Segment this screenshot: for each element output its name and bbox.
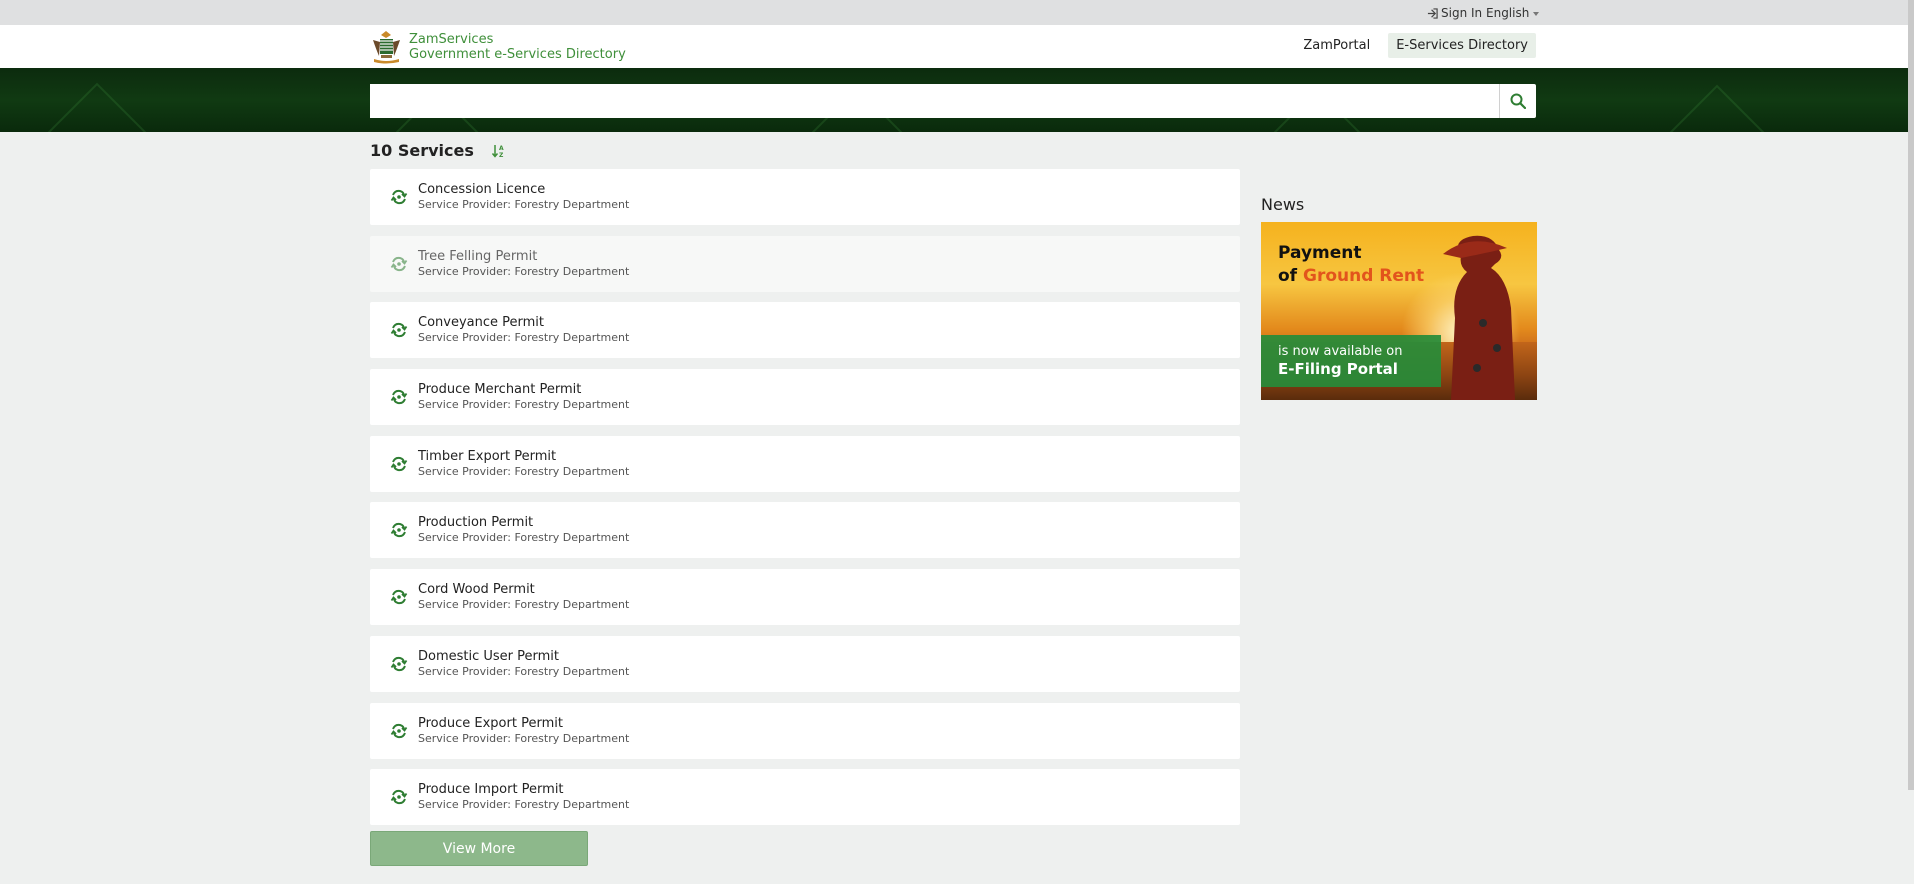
decor-hexagon — [44, 82, 150, 132]
service-text: Domestic User Permit Service Provider: Fo… — [418, 649, 629, 679]
service-title: Timber Export Permit — [418, 448, 557, 464]
brand-subtitle: Government e-Services Directory — [409, 47, 626, 62]
service-recycle-icon — [389, 320, 409, 340]
service-item[interactable]: Tree Felling Permit Service Provider: For… — [370, 235, 1240, 292]
brand-home-link[interactable]: ZamServices Government e-Services Direct… — [370, 29, 626, 65]
search-banner — [0, 68, 1914, 132]
decor-hexagon — [1664, 84, 1770, 132]
service-text: Tree Felling Permit Service Provider: For… — [418, 249, 629, 279]
service-provider: Service Provider: Forestry Department — [418, 464, 630, 478]
service-text: Production Permit Service Provider: Fores… — [418, 515, 629, 545]
main-nav: ZamPortal E-Services Directory — [1295, 33, 1536, 58]
service-provider: Service Provider: Forestry Department — [418, 198, 630, 211]
service-item[interactable]: Concession Licence Service Provider: Fore… — [370, 169, 1240, 225]
service-provider: Service Provider: Forestry Department — [418, 264, 630, 278]
service-recycle-icon — [389, 721, 409, 741]
service-recycle-icon — [389, 254, 409, 274]
results-header: 10 Services A Z — [370, 141, 506, 160]
service-item[interactable]: Produce Merchant Permit Service Provider:… — [370, 369, 1240, 426]
service-text: Concession Licence Service Provider: Fore… — [418, 182, 629, 212]
service-text: Cord Wood Permit Service Provider: Forest… — [418, 582, 629, 612]
sign-in-label: Sign In — [1441, 6, 1483, 20]
banner-line-2: of Ground Rent — [1278, 265, 1424, 288]
service-provider: Service Provider: Forestry Department — [418, 598, 630, 612]
service-provider: Service Provider: Forestry Department — [418, 664, 630, 678]
search-box — [370, 84, 1536, 118]
service-recycle-icon — [389, 187, 409, 207]
language-dropdown[interactable]: English — [1486, 6, 1540, 20]
services-list: Concession Licence Service Provider: Fore… — [370, 169, 1240, 836]
search-button[interactable] — [1499, 84, 1536, 118]
top-utility-bar: Sign In English — [0, 0, 1914, 25]
banner-strip: is now available on E-Filing Portal — [1261, 335, 1441, 387]
sign-in-link[interactable]: Sign In — [1427, 6, 1482, 20]
nav-zamportal[interactable]: ZamPortal — [1295, 33, 1378, 58]
banner-headline: Payment of Ground Rent — [1278, 242, 1424, 288]
service-recycle-icon — [389, 654, 409, 674]
service-provider: Service Provider: Forestry Department — [418, 331, 630, 345]
banner-line-4: E-Filing Portal — [1278, 360, 1398, 378]
page-scrollbar[interactable] — [1908, 0, 1914, 790]
service-provider: Service Provider: Forestry Department — [418, 398, 630, 412]
service-title: Domestic User Permit — [418, 648, 560, 664]
search-input[interactable] — [370, 84, 1499, 118]
service-text: Produce Merchant Permit Service Provider:… — [418, 382, 629, 412]
svg-text:Z: Z — [499, 152, 504, 158]
service-text: Timber Export Permit Service Provider: Fo… — [418, 449, 629, 479]
banner-line-2-prefix: of — [1278, 266, 1303, 286]
brand-title: ZamServices — [409, 32, 494, 47]
service-provider: Service Provider: Forestry Department — [418, 531, 630, 545]
service-item[interactable]: Timber Export Permit Service Provider: Fo… — [370, 435, 1240, 492]
service-title: Conveyance Permit — [418, 315, 545, 331]
language-label: English — [1486, 6, 1530, 20]
service-recycle-icon — [389, 520, 409, 540]
banner-line-2-highlight: Ground Rent — [1303, 266, 1425, 286]
service-item[interactable]: Produce Import Permit Service Provider: F… — [370, 769, 1240, 826]
service-title: Production Permit — [418, 515, 534, 531]
service-item[interactable]: Produce Export Permit Service Provider: F… — [370, 702, 1240, 759]
sort-alpha-icon: A Z — [491, 144, 504, 158]
service-item[interactable]: Conveyance Permit Service Provider: Fores… — [370, 302, 1240, 359]
service-recycle-icon — [389, 787, 409, 807]
service-recycle-icon — [389, 587, 409, 607]
service-item[interactable]: Domestic User Permit Service Provider: Fo… — [370, 635, 1240, 692]
service-provider: Service Provider: Forestry Department — [418, 798, 630, 812]
sort-button[interactable]: A Z — [491, 144, 506, 158]
service-text: Produce Export Permit Service Provider: F… — [418, 716, 629, 746]
results-count: 10 Services — [370, 141, 474, 160]
service-recycle-icon — [389, 387, 409, 407]
service-title: Concession Licence — [418, 182, 546, 197]
service-provider: Service Provider: Forestry Department — [418, 731, 630, 745]
service-title: Tree Felling Permit — [418, 248, 538, 264]
service-recycle-icon — [389, 454, 409, 474]
search-icon — [1510, 93, 1526, 109]
sign-in-icon — [1427, 7, 1438, 19]
service-text: Conveyance Permit Service Provider: Fores… — [418, 315, 629, 345]
service-title: Produce Merchant Permit — [418, 382, 582, 398]
service-text: Produce Import Permit Service Provider: F… — [418, 782, 629, 812]
banner-line-3: is now available on — [1278, 344, 1403, 359]
site-header: ZamServices Government e-Services Direct… — [0, 25, 1914, 68]
view-more-button[interactable]: View More — [370, 831, 588, 866]
coat-of-arms-logo — [373, 31, 400, 64]
nav-e-services-directory[interactable]: E-Services Directory — [1388, 33, 1536, 58]
service-item[interactable]: Production Permit Service Provider: Fores… — [370, 502, 1240, 559]
news-banner-ground-rent[interactable]: Payment of Ground Rent is now available … — [1261, 222, 1537, 400]
news-heading: News — [1261, 195, 1305, 214]
svg-text:A: A — [499, 145, 504, 152]
service-title: Produce Import Permit — [418, 782, 564, 798]
chevron-down-icon — [1533, 11, 1540, 16]
banner-line-1: Payment — [1278, 243, 1362, 263]
service-title: Cord Wood Permit — [418, 582, 535, 598]
service-title: Produce Export Permit — [418, 715, 563, 731]
service-item[interactable]: Cord Wood Permit Service Provider: Forest… — [370, 569, 1240, 626]
